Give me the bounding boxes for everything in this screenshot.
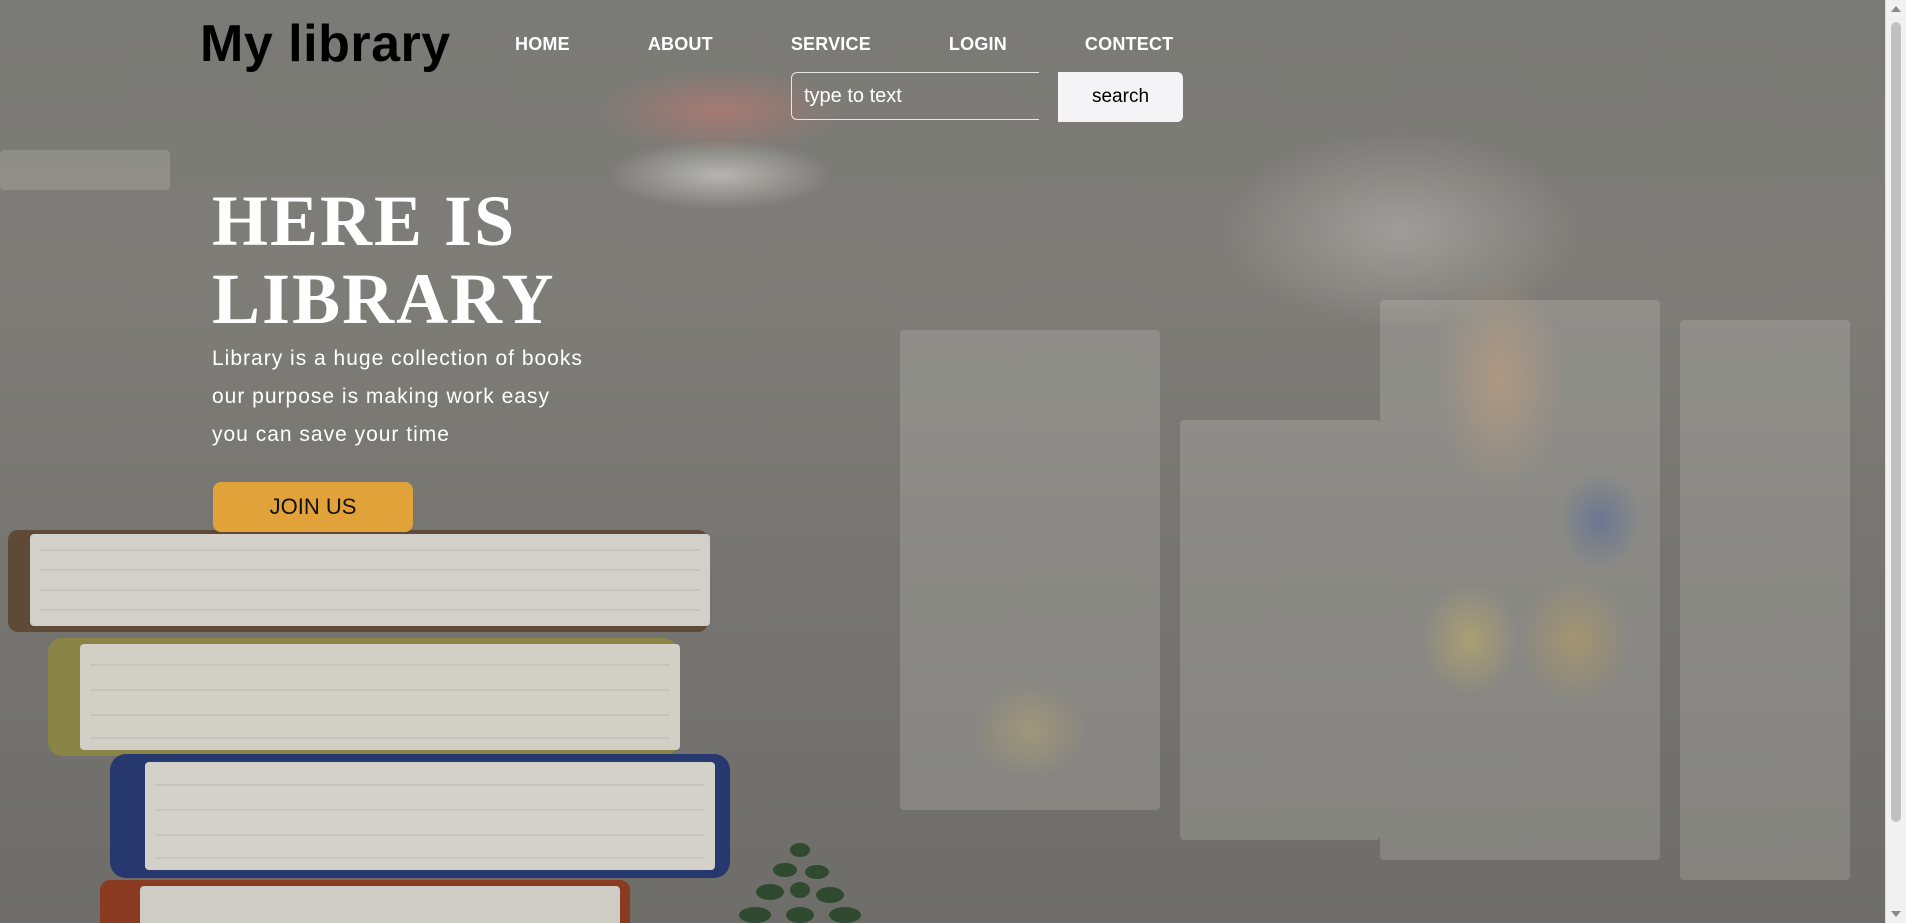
bookshelf-shape bbox=[1680, 320, 1850, 880]
stacked-books-illustration bbox=[8, 530, 730, 923]
scroll-down-arrow-icon[interactable] bbox=[1891, 911, 1901, 917]
bookshelf-shape bbox=[1380, 300, 1660, 860]
hero-line: Library is a huge collection of books bbox=[212, 347, 583, 370]
scrollbar-thumb[interactable] bbox=[1891, 22, 1901, 822]
join-us-button[interactable]: JOIN US bbox=[213, 482, 413, 532]
site-logo: My library bbox=[200, 15, 451, 73]
nav-contact-link[interactable]: CONTECT bbox=[1085, 34, 1173, 55]
nav-service-link[interactable]: SERVICE bbox=[791, 34, 871, 55]
search-input[interactable] bbox=[791, 72, 1039, 120]
search-button[interactable]: search bbox=[1058, 72, 1183, 122]
nav-home-link[interactable]: HOME bbox=[515, 34, 570, 55]
hero-line: our purpose is making work easy bbox=[212, 385, 550, 408]
scroll-up-arrow-icon[interactable] bbox=[1891, 6, 1901, 12]
hero-title-line-1: HERE IS bbox=[212, 181, 517, 261]
main-nav: HOME ABOUT SERVICE LOGIN CONTECT bbox=[515, 34, 1251, 55]
hero-description: Library is a huge collection of books ou… bbox=[212, 340, 583, 454]
nav-about-link[interactable]: ABOUT bbox=[648, 34, 713, 55]
bookshelf-shape bbox=[900, 330, 1160, 810]
nav-login-link[interactable]: LOGIN bbox=[949, 34, 1007, 55]
hero-title-line-2: LIBRARY bbox=[212, 259, 556, 339]
bookshelf-shape bbox=[1180, 420, 1380, 840]
background-image bbox=[0, 0, 1886, 923]
plant-illustration bbox=[739, 843, 861, 923]
lamp-shape bbox=[0, 150, 170, 190]
page-scrollbar[interactable] bbox=[1885, 0, 1906, 923]
hero-line: you can save your time bbox=[212, 423, 450, 446]
hero-title: HERE IS LIBRARY bbox=[212, 182, 556, 338]
